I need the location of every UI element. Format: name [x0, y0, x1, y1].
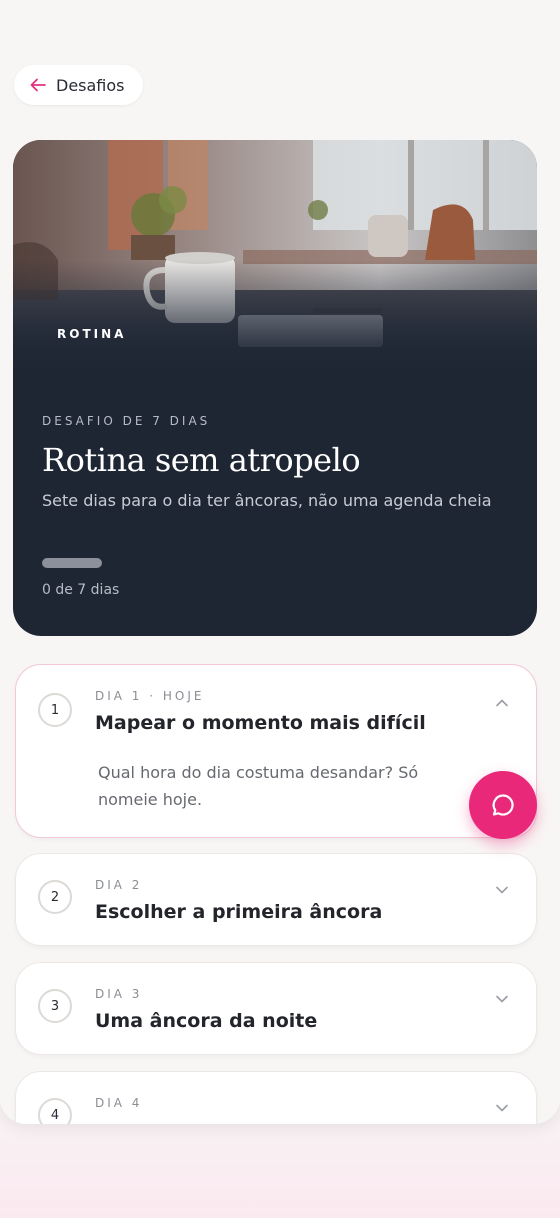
- challenge-subtitle: Sete dias para o dia ter âncoras, não um…: [42, 491, 492, 510]
- chevron-down-icon[interactable]: [494, 991, 510, 1007]
- chevron-down-icon[interactable]: [494, 882, 510, 898]
- back-button[interactable]: Desafios: [14, 65, 143, 105]
- day-card-3[interactable]: 3 DIA 3 Uma âncora da noite: [15, 962, 537, 1055]
- day-label: DIA 1 · HOJE: [95, 689, 205, 703]
- day-label: DIA 3: [95, 987, 143, 1001]
- day-title: Escolher a primeira âncora: [95, 901, 383, 923]
- category-tag: ROTINA: [57, 327, 127, 341]
- arrow-left-icon: [30, 78, 46, 92]
- day-label: DIA 4: [95, 1096, 143, 1110]
- day-title: Mapear o momento mais difícil: [95, 712, 426, 734]
- progress-bar: [42, 558, 102, 568]
- day-number-badge: 4: [38, 1098, 72, 1124]
- day-label: DIA 2: [95, 878, 143, 892]
- app-screen: Desafios ROTINA DESAFIO DE 7 DIAS Rotina…: [0, 0, 560, 1124]
- day-number-badge: 2: [38, 880, 72, 914]
- chevron-up-icon[interactable]: [494, 695, 510, 711]
- day-description: Qual hora do dia costuma desandar? Só no…: [98, 763, 419, 809]
- progress-text: 0 de 7 dias: [42, 582, 120, 598]
- day-card-2[interactable]: 2 DIA 2 Escolher a primeira âncora: [15, 853, 537, 946]
- chat-bubble-icon: [492, 794, 514, 816]
- day-title: Uma âncora da noite: [95, 1010, 318, 1032]
- day-card-1[interactable]: 1 DIA 1 · HOJE Mapear o momento mais dif…: [15, 664, 537, 838]
- challenge-kicker: DESAFIO DE 7 DIAS: [42, 414, 211, 428]
- challenge-title: Rotina sem atropelo: [42, 441, 361, 479]
- back-button-label: Desafios: [56, 75, 125, 95]
- challenge-hero-card: ROTINA DESAFIO DE 7 DIAS Rotina sem atro…: [13, 140, 537, 636]
- day-card-4[interactable]: 4 DIA 4: [15, 1071, 537, 1124]
- chevron-down-icon[interactable]: [494, 1100, 510, 1116]
- chat-fab-button[interactable]: [469, 771, 537, 839]
- day-number-badge: 1: [38, 693, 72, 727]
- day-number-badge: 3: [38, 989, 72, 1023]
- hero-gradient-overlay: [13, 260, 537, 380]
